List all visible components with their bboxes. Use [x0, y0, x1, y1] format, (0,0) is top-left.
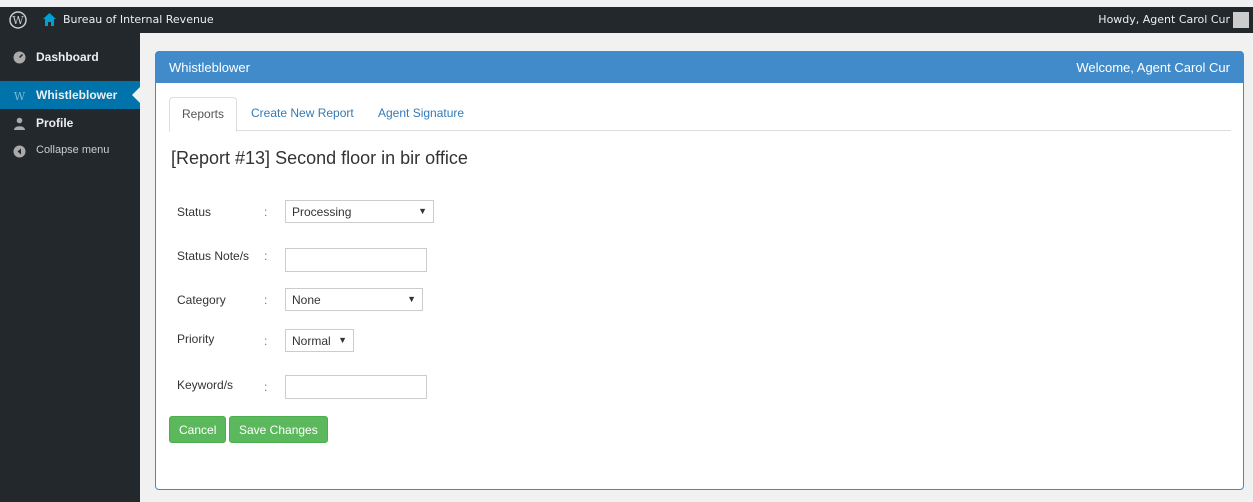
svg-text:W: W	[14, 90, 26, 102]
active-arrow	[132, 87, 140, 103]
keyword-input[interactable]	[285, 375, 427, 399]
sidebar-item-profile[interactable]: Profile	[0, 109, 140, 137]
admin-sidebar: Dashboard W Whistleblower Profile Collap…	[0, 33, 140, 502]
category-label: Category	[177, 293, 226, 307]
avatar[interactable]	[1233, 12, 1249, 28]
priority-select-value: Normal	[292, 334, 331, 348]
colon: :	[264, 293, 268, 307]
panel-title: Whistleblower	[169, 60, 250, 75]
report-title: [Report #13] Second floor in bir office	[171, 148, 468, 168]
sidebar-item-label: Profile	[36, 116, 74, 130]
priority-select[interactable]: Normal ▼	[285, 329, 354, 352]
colon: :	[264, 205, 268, 219]
whistleblower-panel: Whistleblower Welcome, Agent Carol Cur R…	[155, 51, 1244, 490]
caret-down-icon: ▼	[418, 206, 427, 216]
howdy-user-link[interactable]: Howdy, Agent Carol Cur	[1098, 13, 1230, 26]
top-strip	[0, 0, 1253, 7]
home-icon[interactable]	[42, 12, 57, 27]
status-select[interactable]: Processing ▼	[285, 200, 434, 223]
status-select-value: Processing	[292, 205, 352, 219]
save-changes-button[interactable]: Save Changes	[229, 416, 328, 443]
priority-label: Priority	[177, 332, 215, 346]
colon: :	[264, 249, 268, 263]
keyword-label: Keyword/s	[177, 378, 234, 392]
whistleblower-icon: W	[14, 90, 26, 102]
sidebar-item-dashboard[interactable]: Dashboard	[0, 43, 140, 71]
panel-heading: Whistleblower Welcome, Agent Carol Cur	[156, 52, 1243, 83]
user-icon	[14, 117, 25, 130]
admin-bar: W Bureau of Internal Revenue Howdy, Agen…	[0, 7, 1253, 33]
tab-reports[interactable]: Reports	[169, 97, 238, 132]
collapse-icon	[13, 145, 26, 158]
cancel-button[interactable]: Cancel	[169, 416, 227, 443]
sidebar-item-whistleblower[interactable]: W Whistleblower	[0, 81, 140, 109]
tab-agent-signature[interactable]: Agent Signature	[366, 97, 476, 131]
status-note-label: Status Note/s	[177, 249, 250, 263]
colon: :	[264, 334, 268, 348]
sidebar-item-collapse-menu[interactable]: Collapse menu	[0, 137, 140, 165]
status-note-input[interactable]	[285, 248, 427, 272]
caret-down-icon: ▼	[338, 335, 347, 345]
colon: :	[264, 380, 268, 394]
sidebar-item-label: Whistleblower	[36, 88, 118, 102]
caret-down-icon: ▼	[407, 294, 416, 304]
wordpress-logo-icon[interactable]: W	[9, 11, 27, 29]
category-select[interactable]: None ▼	[285, 288, 423, 311]
site-name-link[interactable]: Bureau of Internal Revenue	[63, 13, 214, 26]
status-label: Status	[177, 205, 212, 219]
dashboard-icon	[13, 51, 26, 64]
report-tabs: Reports Create New Report Agent Signatur…	[169, 97, 1231, 132]
svg-text:W: W	[12, 14, 24, 27]
category-select-value: None	[292, 293, 321, 307]
sidebar-item-label: Dashboard	[36, 50, 99, 64]
tab-create-new-report[interactable]: Create New Report	[239, 97, 366, 131]
sidebar-item-label: Collapse menu	[36, 144, 110, 156]
welcome-text: Welcome, Agent Carol Cur	[1076, 60, 1230, 75]
